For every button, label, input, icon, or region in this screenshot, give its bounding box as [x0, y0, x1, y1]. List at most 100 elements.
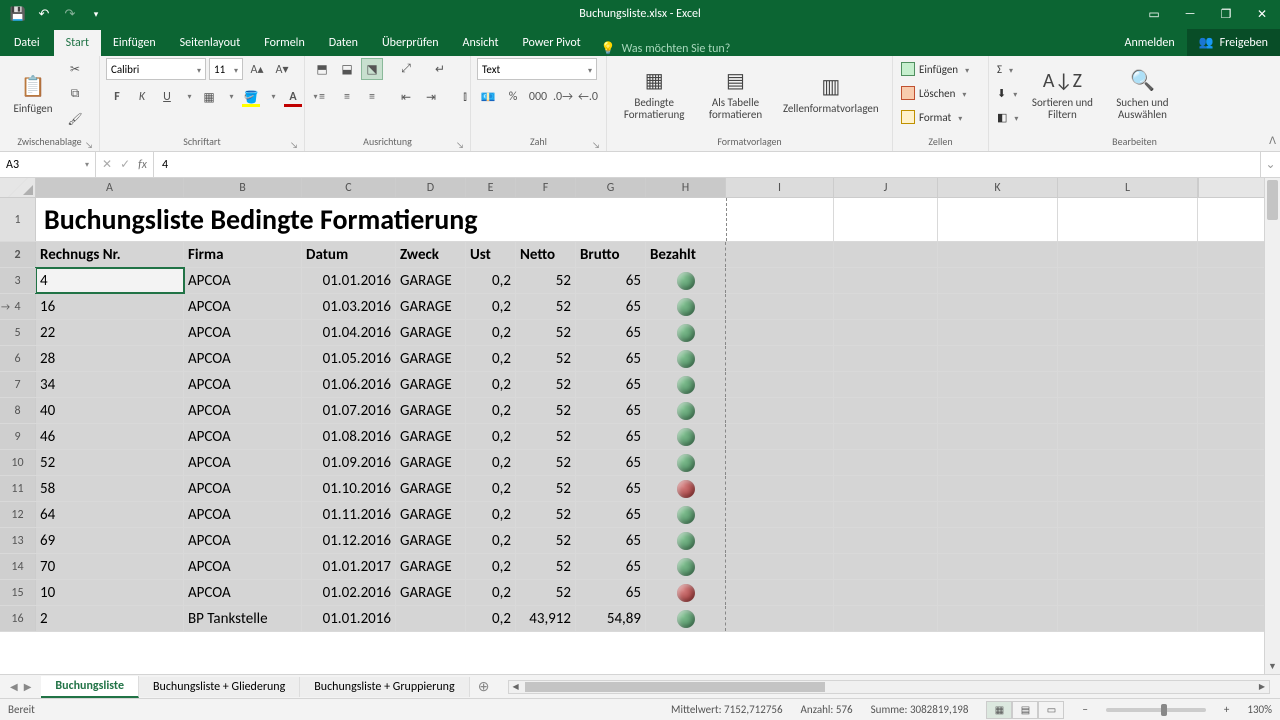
format-cells-button[interactable]: Format	[899, 106, 971, 128]
zoom-in-icon[interactable]: +	[1224, 703, 1229, 716]
table-header[interactable]: Datum	[302, 242, 396, 267]
align-left-icon[interactable]: ≡	[311, 86, 333, 108]
name-box[interactable]: A3▾	[0, 152, 96, 177]
row-header[interactable]: →4	[0, 294, 36, 319]
table-cell[interactable]: 2	[36, 606, 184, 631]
vertical-scrollbar[interactable]: ▲ ▼	[1264, 178, 1280, 674]
clear-button[interactable]: ◧	[995, 106, 1020, 128]
collapse-ribbon-icon[interactable]: ᐱ	[1269, 134, 1276, 147]
borders-dropdown[interactable]	[223, 86, 237, 108]
tab-powerpivot[interactable]: Power Pivot	[511, 30, 593, 56]
table-cell[interactable]: 58	[36, 476, 184, 501]
row-header[interactable]: 5	[0, 320, 36, 345]
table-header[interactable]: Firma	[184, 242, 302, 267]
table-header[interactable]: Zweck	[396, 242, 466, 267]
delete-cells-button[interactable]: Löschen	[899, 82, 971, 104]
underline-dropdown[interactable]	[181, 86, 195, 108]
wrap-text-icon[interactable]: ↵	[429, 58, 451, 80]
row-header[interactable]: 13	[0, 528, 36, 553]
row-header[interactable]: 1	[0, 198, 36, 241]
font-name-select[interactable]: Calibri	[106, 58, 206, 80]
align-top-icon[interactable]: ⬒	[311, 58, 333, 80]
underline-button[interactable]: U	[156, 86, 178, 108]
table-cell[interactable]: 52	[36, 450, 184, 475]
indent-increase-icon[interactable]: ⇥	[420, 86, 442, 108]
autosum-button[interactable]: Σ	[995, 58, 1020, 80]
column-header-K[interactable]: K	[938, 178, 1058, 197]
row-header[interactable]: 16	[0, 606, 36, 631]
table-cell[interactable]: 40	[36, 398, 184, 423]
share-button[interactable]: 👥 Freigeben	[1187, 29, 1280, 56]
table-cell[interactable]: 10	[36, 580, 184, 605]
font-dialog-icon[interactable]: ↘	[290, 140, 298, 151]
view-pagelayout-icon[interactable]: ▤	[1012, 701, 1038, 719]
table-cell[interactable]: 70	[36, 554, 184, 579]
row-header[interactable]: 11	[0, 476, 36, 501]
table-header[interactable]: Ust	[466, 242, 516, 267]
percent-format-icon[interactable]: %	[502, 86, 524, 108]
table-cell[interactable]: 16	[36, 294, 184, 319]
alignment-dialog-icon[interactable]: ↘	[456, 140, 464, 151]
qat-custom-icon[interactable]: ▾	[84, 2, 108, 26]
view-normal-icon[interactable]: ▦	[986, 701, 1012, 719]
tab-scroll-right-icon[interactable]: ▶	[24, 680, 32, 693]
hscroll-right-icon[interactable]: ▶	[1255, 681, 1269, 693]
paste-button[interactable]: 📋 Einfügen	[6, 58, 60, 130]
close-icon[interactable]: ✕	[1244, 0, 1280, 28]
row-header[interactable]: 12	[0, 502, 36, 527]
sheet-tab-active[interactable]: Buchungsliste	[41, 676, 139, 698]
table-header[interactable]: Netto	[516, 242, 576, 267]
font-color-icon[interactable]: A	[282, 86, 304, 108]
conditional-formatting-button[interactable]: ▦Bedingte Formatierung	[613, 58, 695, 130]
cut-icon[interactable]: ✂	[64, 58, 86, 80]
fx-icon[interactable]: fx	[138, 158, 147, 172]
scroll-thumb[interactable]	[1267, 180, 1278, 220]
tab-data[interactable]: Daten	[317, 30, 370, 56]
sheet-tab-3[interactable]: Buchungsliste + Gruppierung	[300, 677, 469, 697]
copy-icon[interactable]: ⧉	[64, 83, 86, 105]
decrease-decimal-icon[interactable]: ←.0	[577, 86, 599, 108]
formula-input[interactable]: 4	[154, 152, 1260, 177]
column-header-D[interactable]: D	[396, 178, 466, 197]
comma-format-icon[interactable]: 000	[527, 86, 549, 108]
tab-pagelayout[interactable]: Seitenlayout	[168, 30, 253, 56]
tell-me-search[interactable]: 💡 Was möchten Sie tun?	[593, 41, 739, 56]
table-header[interactable]: Bezahlt	[646, 242, 726, 267]
row-header[interactable]: 9	[0, 424, 36, 449]
fill-color-dropdown[interactable]	[265, 86, 279, 108]
undo-icon[interactable]: ↶	[32, 2, 56, 26]
column-header-H[interactable]: H	[646, 178, 726, 197]
clipboard-dialog-icon[interactable]: ↘	[85, 140, 93, 151]
ribbon-display-options-icon[interactable]: ▭	[1136, 0, 1172, 28]
scroll-down-icon[interactable]: ▼	[1265, 658, 1280, 674]
column-header-B[interactable]: B	[184, 178, 302, 197]
orientation-icon[interactable]: ⤢	[395, 58, 417, 80]
align-middle-icon[interactable]: ⬓	[336, 58, 358, 80]
decrease-font-icon[interactable]: A▾	[271, 58, 293, 80]
tab-insert[interactable]: Einfügen	[101, 30, 168, 56]
table-cell[interactable]: 28	[36, 346, 184, 371]
bold-button[interactable]: F	[106, 86, 128, 108]
insert-cells-button[interactable]: Einfügen	[899, 58, 971, 80]
format-as-table-button[interactable]: ▤Als Tabelle formatieren	[699, 58, 771, 130]
hscroll-thumb[interactable]	[525, 682, 825, 692]
expand-formula-bar-icon[interactable]: ⌄	[1260, 152, 1280, 177]
align-center-icon[interactable]: ≡	[336, 86, 358, 108]
align-bottom-icon[interactable]: ⬔	[361, 58, 383, 80]
table-header[interactable]: Brutto	[576, 242, 646, 267]
horizontal-scrollbar[interactable]: ◀ ▶	[508, 680, 1270, 694]
font-size-select[interactable]: 11	[209, 58, 243, 80]
column-header-E[interactable]: E	[466, 178, 516, 197]
cancel-formula-icon[interactable]: ✕	[102, 157, 112, 172]
number-format-select[interactable]: Text	[477, 58, 597, 80]
tab-formulas[interactable]: Formeln	[252, 30, 316, 56]
column-header-L[interactable]: L	[1058, 178, 1198, 197]
sort-filter-button[interactable]: A↓ZSortieren und Filtern	[1024, 58, 1100, 130]
column-header-I[interactable]: I	[726, 178, 834, 197]
table-cell[interactable]: 64	[36, 502, 184, 527]
table-cell[interactable]: 69	[36, 528, 184, 553]
table-cell[interactable]: 4	[36, 268, 184, 293]
maximize-icon[interactable]: ❐	[1208, 0, 1244, 28]
find-select-button[interactable]: 🔍Suchen und Auswählen	[1104, 58, 1180, 130]
title-cell[interactable]: Buchungsliste Bedingte Formatierung	[36, 198, 726, 241]
